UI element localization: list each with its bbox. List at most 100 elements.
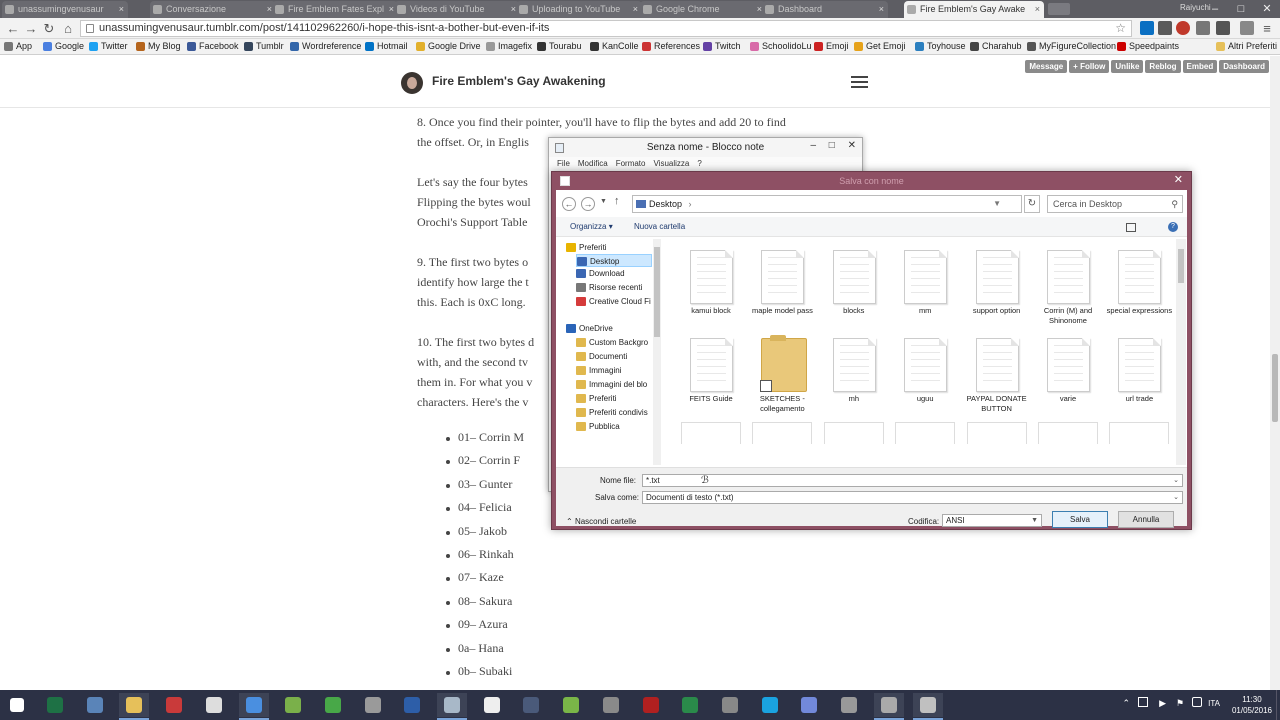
bookmark-item[interactable]: Google <box>43 39 84 54</box>
close-icon[interactable]: ✕ <box>1174 172 1183 189</box>
hide-folders-button[interactable]: ⌃ Nascondi cartelle <box>566 517 636 526</box>
maximize-button[interactable]: □ <box>1228 0 1254 18</box>
menu-item[interactable]: ? <box>697 159 701 168</box>
bookmark-item[interactable]: Get Emoji <box>854 39 906 54</box>
nav-item[interactable]: Pubblica <box>576 420 620 433</box>
cancel-button[interactable]: Annulla <box>1118 511 1174 528</box>
chevron-down-icon[interactable]: ⌄ <box>1173 492 1179 503</box>
save-type-select[interactable]: Documenti di testo (*.txt) ⌄ <box>642 491 1183 504</box>
bookmark-item[interactable]: My Blog <box>136 39 181 54</box>
file-item[interactable]: uguu <box>893 328 957 410</box>
photoshop-icon[interactable] <box>397 693 427 717</box>
browser-tab[interactable]: Fire Emblem Fates Expl × <box>272 1 398 18</box>
maximize-button[interactable]: □ <box>829 138 835 154</box>
sumo-icon[interactable] <box>477 693 507 717</box>
chevron-down-icon[interactable]: ▼ <box>1031 515 1038 526</box>
extension-icon[interactable] <box>1240 21 1254 35</box>
view-options-icon[interactable] <box>1126 222 1144 232</box>
file-item[interactable]: varie <box>1036 328 1100 410</box>
file-item[interactable]: blocks <box>822 240 886 322</box>
network-icon[interactable] <box>1138 697 1148 707</box>
file-item[interactable]: Corrin (M) and Shinonome <box>1036 240 1100 325</box>
help-icon[interactable]: ? <box>1168 222 1178 232</box>
bookmark-item[interactable]: Hotmail <box>365 39 408 54</box>
menu-icon[interactable] <box>851 76 868 88</box>
file-item[interactable] <box>1107 416 1171 466</box>
nav-item[interactable]: Preferiti <box>576 392 617 405</box>
media-player-icon[interactable] <box>199 693 229 717</box>
save-as-dialog[interactable]: Salva con nome ✕ ← → ▼ ↑ Desktop › ▼ ↻ C… <box>551 171 1192 530</box>
nav-item[interactable]: Creative Cloud Fi <box>576 295 651 308</box>
tumblr-control-button[interactable]: Message <box>1025 60 1068 73</box>
chevron-down-icon[interactable]: ▼ <box>993 196 1001 212</box>
file-item[interactable] <box>822 416 886 466</box>
extension-icon[interactable] <box>1216 21 1230 35</box>
nav-item[interactable]: Preferiti condivis <box>576 406 648 419</box>
acrobat-icon[interactable] <box>159 693 189 717</box>
nav-item[interactable]: Immagini <box>576 364 621 377</box>
nav-item[interactable]: Documenti <box>576 350 627 363</box>
chevron-down-icon[interactable]: ▼ <box>600 198 607 205</box>
bookmark-item[interactable]: Twitch <box>703 39 741 54</box>
fire-emblem-red-icon[interactable] <box>636 693 666 717</box>
clock[interactable]: 11:30 01/05/2016 <box>1232 694 1272 716</box>
file-item[interactable]: SKETCHES - collegamento <box>750 328 814 413</box>
chevron-down-icon[interactable]: ⌄ <box>1173 475 1179 486</box>
path-bar[interactable]: Desktop › ▼ <box>632 195 1022 213</box>
close-icon[interactable]: × <box>119 1 124 17</box>
bookmark-item[interactable]: Twitter <box>89 39 128 54</box>
menu-item[interactable]: File <box>557 159 570 168</box>
close-icon[interactable]: × <box>1035 1 1040 17</box>
menu-item[interactable]: Formato <box>616 159 646 168</box>
language-indicator[interactable]: ITA <box>1208 699 1220 708</box>
adblock-icon[interactable] <box>1176 21 1190 35</box>
paint-icon[interactable] <box>318 693 348 717</box>
back-arrow-icon[interactable]: ← <box>562 197 576 211</box>
file-item[interactable] <box>750 416 814 466</box>
bookmark-item[interactable]: KanColle <box>590 39 639 54</box>
nav-section-header[interactable]: OneDrive <box>566 322 613 335</box>
avatar[interactable] <box>401 72 423 94</box>
close-icon[interactable]: × <box>633 1 638 17</box>
bookmark-item[interactable]: Google Drive <box>416 39 481 54</box>
tumblr-control-button[interactable]: Unlike <box>1111 60 1144 73</box>
menu-item[interactable]: Visualizza <box>653 159 689 168</box>
start-icon[interactable] <box>2 693 32 717</box>
flag-icon[interactable]: ⚑ <box>1176 698 1184 709</box>
forward-button[interactable]: → <box>22 20 40 37</box>
file-item[interactable]: FEITS Guide <box>679 328 743 410</box>
show-desktop-button[interactable] <box>1276 690 1280 720</box>
file-item[interactable] <box>679 416 743 466</box>
notification-icon[interactable] <box>1192 697 1202 707</box>
file-item[interactable]: url trade <box>1107 328 1171 410</box>
search-icon[interactable]: ⚲ <box>1171 196 1178 212</box>
skype-icon[interactable] <box>755 693 785 717</box>
utorrent-icon[interactable] <box>556 693 586 717</box>
file-item[interactable] <box>1036 416 1100 466</box>
volume-icon[interactable]: ▶ <box>1159 698 1166 709</box>
file-item[interactable]: PAYPAL DONATE BUTTON <box>965 328 1029 413</box>
browser-tab[interactable]: Fire Emblem's Gay Awake × <box>904 1 1044 18</box>
refresh-icon[interactable]: ↻ <box>1024 195 1040 213</box>
nav-item[interactable]: Immagini del blo <box>576 378 647 391</box>
steam-icon-app-icon[interactable] <box>358 693 388 717</box>
steam-icon[interactable] <box>516 693 546 717</box>
bookmark-star-icon[interactable]: ☆ <box>1115 21 1126 36</box>
tumblr-control-button[interactable]: Reblog <box>1145 60 1181 73</box>
dialog-window-icon[interactable] <box>913 693 944 720</box>
browser-tab[interactable]: Dashboard × <box>762 1 888 18</box>
tumblr-control-button[interactable]: Dashboard <box>1219 60 1269 73</box>
bookmark-item[interactable]: Toyhouse <box>915 39 966 54</box>
bookmark-item[interactable]: Charahub <box>970 39 1022 54</box>
nav-section-header[interactable]: Preferiti <box>566 241 607 254</box>
chrome-menu-icon[interactable]: ≡ <box>1258 20 1276 37</box>
file-item[interactable]: special expressions <box>1107 240 1172 322</box>
close-button[interactable]: ✕ <box>1254 0 1280 18</box>
file-item[interactable] <box>965 416 1029 466</box>
bookmark-item[interactable]: Imagefix <box>486 39 532 54</box>
fire-emblem-icon[interactable] <box>596 693 626 717</box>
filename-field[interactable]: *.txt ℬ ⌄ <box>642 474 1183 487</box>
page-scrollbar[interactable] <box>1270 56 1280 690</box>
organize-button[interactable]: Organizza ▾ <box>570 217 613 237</box>
bookmark-item[interactable]: Tourabu <box>537 39 582 54</box>
